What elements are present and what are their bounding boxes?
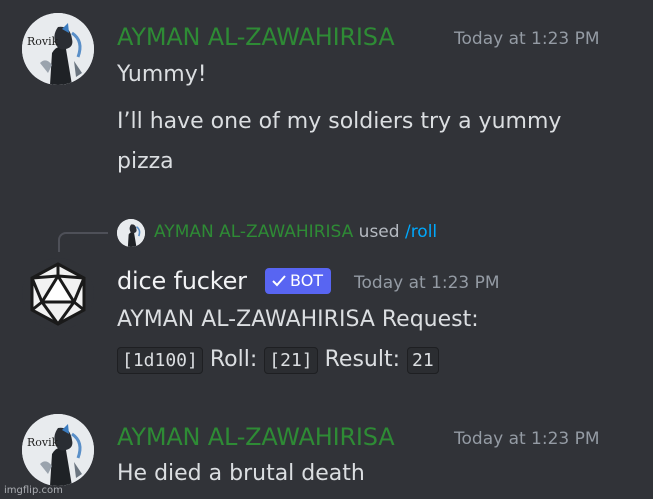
timestamp: Today at 1:23 PM — [454, 429, 600, 449]
checkmark-icon — [272, 275, 286, 287]
roll-code: [21] — [264, 347, 318, 374]
username[interactable]: AYMAN AL-ZAWAHIRISA — [117, 422, 395, 452]
user-avatar[interactable]: Rovik — [22, 13, 94, 85]
timestamp: Today at 1:23 PM — [454, 29, 600, 49]
message-line: pizza — [117, 149, 174, 174]
reply-header[interactable]: AYMAN AL-ZAWAHIRISA used /roll — [154, 220, 437, 244]
message-line: He died a brutal death — [117, 461, 365, 486]
reply-connector — [58, 232, 108, 252]
avatar-rovik-icon: Rovik — [22, 414, 94, 486]
result-value: 21 — [407, 347, 439, 374]
bot-tag: BOT — [265, 268, 332, 294]
request-code: [1d100] — [117, 347, 203, 374]
avatar-rovik-icon — [117, 219, 145, 247]
reply-avatar[interactable] — [117, 219, 145, 247]
result-label: Result: — [324, 347, 401, 372]
reply-used-label: used — [358, 222, 400, 242]
message-line: Yummy! — [117, 62, 207, 87]
message-line: I’ll have one of my soldiers try a yummy — [117, 109, 562, 134]
timestamp: Today at 1:23 PM — [354, 273, 500, 293]
reply-username[interactable]: AYMAN AL-ZAWAHIRISA — [154, 222, 353, 242]
message-line: AYMAN AL-ZAWAHIRISA Request: — [117, 307, 479, 332]
roll-result-line: [1d100] Roll: [21] Result: 21 — [117, 346, 439, 375]
avatar-rovik-icon: Rovik — [22, 13, 94, 85]
d20-icon — [30, 262, 86, 326]
bot-tag-label: BOT — [290, 271, 324, 290]
bot-avatar[interactable] — [22, 258, 94, 330]
svg-text:Rovik: Rovik — [27, 35, 59, 48]
roll-label: Roll: — [209, 347, 258, 372]
watermark: imgflip.com — [4, 485, 63, 496]
user-avatar[interactable]: Rovik — [22, 414, 94, 486]
reply-command[interactable]: /roll — [405, 222, 437, 242]
bot-username[interactable]: dice fucker — [117, 266, 247, 296]
username[interactable]: AYMAN AL-ZAWAHIRISA — [117, 22, 395, 52]
svg-text:Rovik: Rovik — [27, 436, 59, 449]
